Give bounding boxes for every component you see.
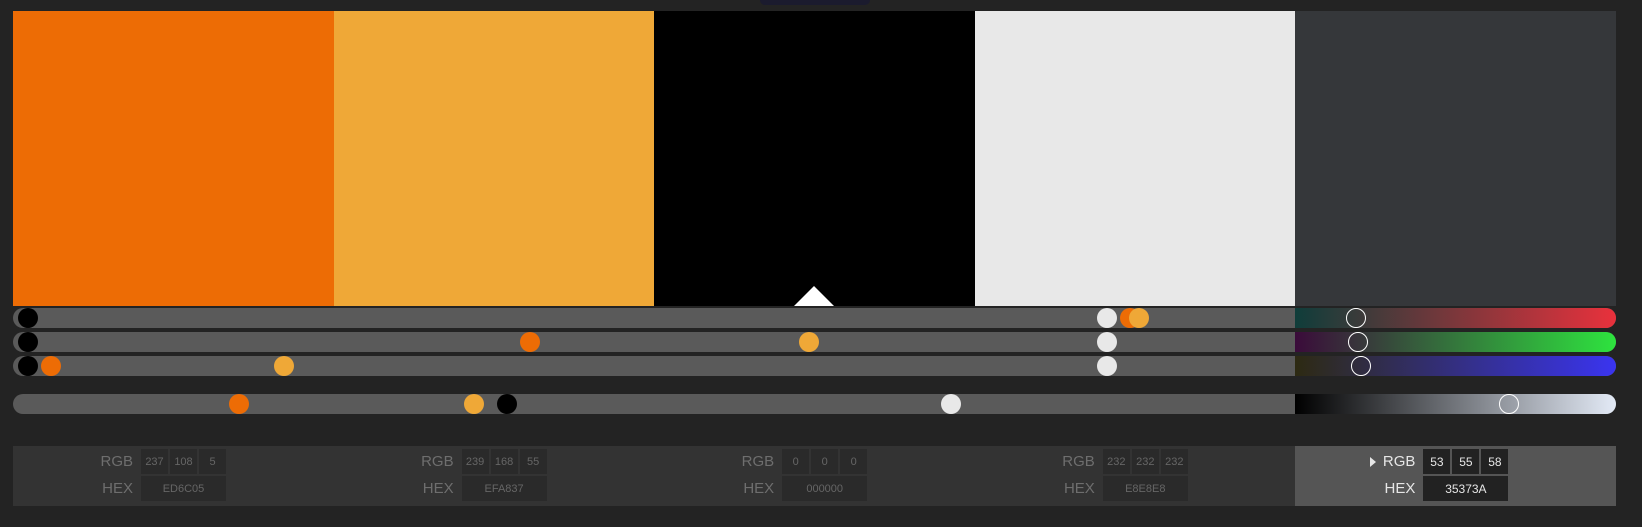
rgb-label: RGB — [1382, 453, 1416, 470]
green-knob-orange[interactable] — [520, 332, 541, 352]
color-swatch-black[interactable] — [654, 11, 975, 306]
swatch-row — [13, 11, 1616, 306]
hex-label: HEX — [743, 480, 775, 497]
lightness-knob-orange[interactable] — [229, 394, 250, 414]
hex-label: HEX — [422, 480, 454, 497]
red-knob-black[interactable] — [18, 308, 38, 328]
blue-knob-black[interactable] — [18, 356, 38, 376]
blue-knob-light-gray[interactable] — [1096, 356, 1117, 376]
green-knob-amber[interactable] — [799, 332, 820, 352]
r-value-input[interactable]: 53 — [1423, 449, 1451, 474]
red-channel-slider[interactable] — [13, 308, 1616, 328]
b-value-input[interactable]: 232 — [1160, 449, 1188, 474]
red-knob-light-gray[interactable] — [1096, 308, 1117, 328]
green-knob-black[interactable] — [18, 332, 38, 352]
red-knob-charcoal[interactable] — [1345, 308, 1366, 328]
r-value-input[interactable]: 239 — [461, 449, 489, 474]
red-knob-amber[interactable] — [1129, 308, 1150, 328]
top-handle[interactable] — [760, 0, 870, 5]
blue-knob-orange[interactable] — [41, 356, 62, 376]
hex-value-input[interactable]: E8E8E8 — [1102, 476, 1188, 501]
r-value-input[interactable]: 232 — [1102, 449, 1130, 474]
hex-value-input[interactable]: 000000 — [782, 476, 868, 501]
color-values-black: RGB HEX 0 0 0 000000 — [654, 446, 975, 506]
color-swatch-charcoal[interactable] — [1295, 11, 1616, 306]
g-value-input[interactable]: 108 — [170, 449, 197, 474]
green-gradient-bar — [1295, 332, 1616, 352]
b-value-input[interactable]: 55 — [519, 449, 547, 474]
lightness-knob-amber[interactable] — [463, 394, 484, 414]
green-channel-slider[interactable] — [13, 332, 1616, 352]
rgb-label: RGB — [100, 453, 133, 470]
lightness-channel-slider[interactable] — [13, 394, 1616, 414]
color-values-amber: RGB HEX 239 168 55 EFA837 — [334, 446, 655, 506]
color-values-charcoal: RGB HEX 53 55 58 35373A — [1295, 446, 1616, 506]
blue-channel-slider[interactable] — [13, 356, 1616, 376]
r-value-input[interactable]: 0 — [782, 449, 810, 474]
g-value-input[interactable]: 168 — [490, 449, 518, 474]
lightness-knob-charcoal[interactable] — [1498, 394, 1519, 414]
g-value-input[interactable]: 0 — [811, 449, 839, 474]
b-value-input[interactable]: 5 — [199, 449, 226, 474]
color-values-panel: RGB HEX 237 108 5 ED6C05 RGB HEX 239 168 55 EFA837 R… — [13, 446, 1616, 506]
color-values-light-gray: RGB HEX 232 232 232 E8E8E8 — [975, 446, 1296, 506]
g-value-input[interactable]: 232 — [1131, 449, 1159, 474]
color-swatch-orange[interactable] — [13, 11, 334, 306]
r-value-input[interactable]: 237 — [141, 449, 168, 474]
hex-value-input[interactable]: ED6C05 — [141, 476, 226, 501]
b-value-input[interactable]: 0 — [840, 449, 868, 474]
rgb-label: RGB — [741, 453, 775, 470]
color-values-orange: RGB HEX 237 108 5 ED6C05 — [13, 446, 334, 506]
blue-knob-charcoal[interactable] — [1350, 356, 1371, 376]
lightness-gradient-bar — [1295, 394, 1616, 414]
rgb-label: RGB — [1062, 453, 1095, 470]
hex-value-input[interactable]: 35373A — [1423, 476, 1509, 501]
green-knob-charcoal[interactable] — [1347, 332, 1368, 352]
g-value-input[interactable]: 55 — [1452, 449, 1480, 474]
color-swatch-light-gray[interactable] — [974, 11, 1296, 306]
hex-label: HEX — [102, 480, 133, 497]
rgb-label: RGB — [421, 453, 454, 470]
lightness-knob-black[interactable] — [497, 394, 518, 414]
hex-label: HEX — [1384, 480, 1416, 497]
color-swatch-amber[interactable] — [333, 11, 655, 306]
hex-value-input[interactable]: EFA837 — [461, 476, 547, 501]
red-gradient-bar — [1295, 308, 1616, 328]
lightness-knob-light-gray[interactable] — [940, 394, 961, 414]
selection-marker-icon — [794, 286, 835, 306]
blue-knob-amber[interactable] — [273, 356, 294, 376]
b-value-input[interactable]: 58 — [1481, 449, 1509, 474]
green-knob-light-gray[interactable] — [1096, 332, 1117, 352]
blue-gradient-bar — [1295, 356, 1616, 376]
hex-label: HEX — [1063, 480, 1095, 497]
